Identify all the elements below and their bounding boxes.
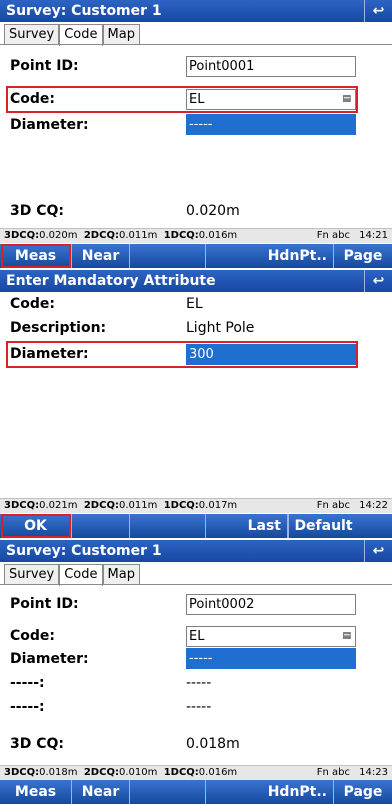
tab-strip: Survey Code Map [4,564,140,586]
meas-button[interactable]: Meas [0,780,72,804]
diameter-field[interactable]: ----- [186,648,356,669]
cq3d-value: 0.021m [39,500,78,511]
diameter-label: Diameter: [10,651,89,667]
window-title: Enter Mandatory Attribute [6,273,216,289]
title-bar: Survey: Customer 1 ↩ [0,0,392,22]
ok-highlight [1,514,71,538]
attribute-label-2: -----: [10,699,45,715]
cq-value: 0.018m [186,736,240,752]
mandatory-attribute-screen: Enter Mandatory Attribute ↩ Code: EL Des… [0,270,392,538]
code-label: Code: [10,296,56,312]
title-bar: Survey: Customer 1 ↩ [0,540,392,562]
clock: 14:21 [359,230,388,241]
cq1d-value: 0.016m [198,767,238,778]
code-field[interactable]: EL ▤ [186,626,356,647]
softkey-empty-1[interactable] [72,514,130,538]
cq1d-value: 0.016m [198,230,238,241]
cq1d-label: 1DCQ: [163,500,199,511]
attribute-value-1: ----- [186,675,212,691]
last-button[interactable]: Last [206,514,288,538]
cq-value: 0.020m [186,203,240,219]
cq3d-value: 0.020m [39,230,78,241]
status-bar: 3DCQ:0.018m 2DCQ:0.010m 1DCQ:0.016m Fn a… [0,765,392,780]
status-bar: 3DCQ:0.021m 2DCQ:0.011m 1DCQ:0.017m Fn a… [0,498,392,513]
cq2d-label: 2DCQ: [83,230,119,241]
tab-code[interactable]: Code [59,24,103,46]
page-button[interactable]: Page [334,780,392,804]
tab-map[interactable]: Map [102,24,140,45]
tab-map[interactable]: Map [102,564,140,585]
clock: 14:23 [359,767,388,778]
status-bar: 3DCQ:0.020m 2DCQ:0.011m 1DCQ:0.016m Fn a… [0,228,392,243]
return-arrow-icon[interactable]: ↩ [364,0,392,22]
near-button[interactable]: Near [72,780,130,804]
survey-screen-2: Survey: Customer 1 ↩ Survey Code Map Poi… [0,540,392,804]
code-label: Code: [10,628,56,644]
tab-divider [0,584,392,585]
cq2d-value: 0.011m [118,230,158,241]
code-value: EL [186,296,203,312]
description-value: Light Pole [186,320,255,336]
window-title: Survey: Customer 1 [6,543,162,559]
tab-code[interactable]: Code [59,564,103,586]
tab-strip: Survey Code Map [4,24,140,46]
cq2d-value: 0.010m [118,767,158,778]
attribute-label-1: -----: [10,675,45,691]
cq3d-label: 3DCQ: [4,500,40,511]
cq3d-value: 0.018m [39,767,78,778]
default-button[interactable]: Default [288,514,358,538]
tab-survey[interactable]: Survey [4,24,60,45]
window-title: Survey: Customer 1 [6,3,162,19]
diameter-label: Diameter: [10,117,89,133]
input-mode: Fn abc [316,500,350,511]
meas-highlight [1,244,71,268]
page-button[interactable]: Page [334,244,392,268]
attribute-value-2: ----- [186,699,212,715]
code-highlight [6,86,358,113]
cq-label: 3D CQ: [10,203,65,219]
cq3d-label: 3DCQ: [4,767,40,778]
diameter-highlight [6,341,358,368]
dropdown-list-icon[interactable]: ▤ [342,627,351,646]
softkey-empty-2[interactable] [130,514,206,538]
cq1d-label: 1DCQ: [163,230,199,241]
point-id-field[interactable]: Point0001 [186,56,356,77]
cq3d-label: 3DCQ: [4,230,40,241]
code-value: EL [189,629,205,644]
point-id-field[interactable]: Point0002 [186,594,356,615]
description-label: Description: [10,320,107,336]
tab-survey[interactable]: Survey [4,564,60,585]
return-arrow-icon[interactable]: ↩ [364,540,392,562]
near-button[interactable]: Near [72,244,130,268]
softkey-bar: Meas Near HdnPt.. Page [0,780,392,804]
survey-screen-1: Survey: Customer 1 ↩ Survey Code Map Poi… [0,0,392,268]
return-arrow-icon[interactable]: ↩ [364,270,392,292]
diameter-field[interactable]: ----- [186,114,356,135]
cq1d-value: 0.017m [198,500,238,511]
softkey-empty[interactable] [130,244,206,268]
softkey-bar: OK Last Default [0,514,392,538]
softkey-bar: Meas Near HdnPt.. Page [0,244,392,268]
hdnpt-button[interactable]: HdnPt.. [206,780,334,804]
cq2d-label: 2DCQ: [83,500,119,511]
softkey-empty[interactable] [130,780,206,804]
clock: 14:22 [359,500,388,511]
cq-label: 3D CQ: [10,736,65,752]
point-id-label: Point ID: [10,596,79,612]
input-mode: Fn abc [316,230,350,241]
point-id-label: Point ID: [10,58,79,74]
cq1d-label: 1DCQ: [163,767,199,778]
tab-divider [0,44,392,45]
cq2d-label: 2DCQ: [83,767,119,778]
input-mode: Fn abc [316,767,350,778]
title-bar: Enter Mandatory Attribute ↩ [0,270,392,292]
hdnpt-button[interactable]: HdnPt.. [206,244,334,268]
cq2d-value: 0.011m [118,500,158,511]
